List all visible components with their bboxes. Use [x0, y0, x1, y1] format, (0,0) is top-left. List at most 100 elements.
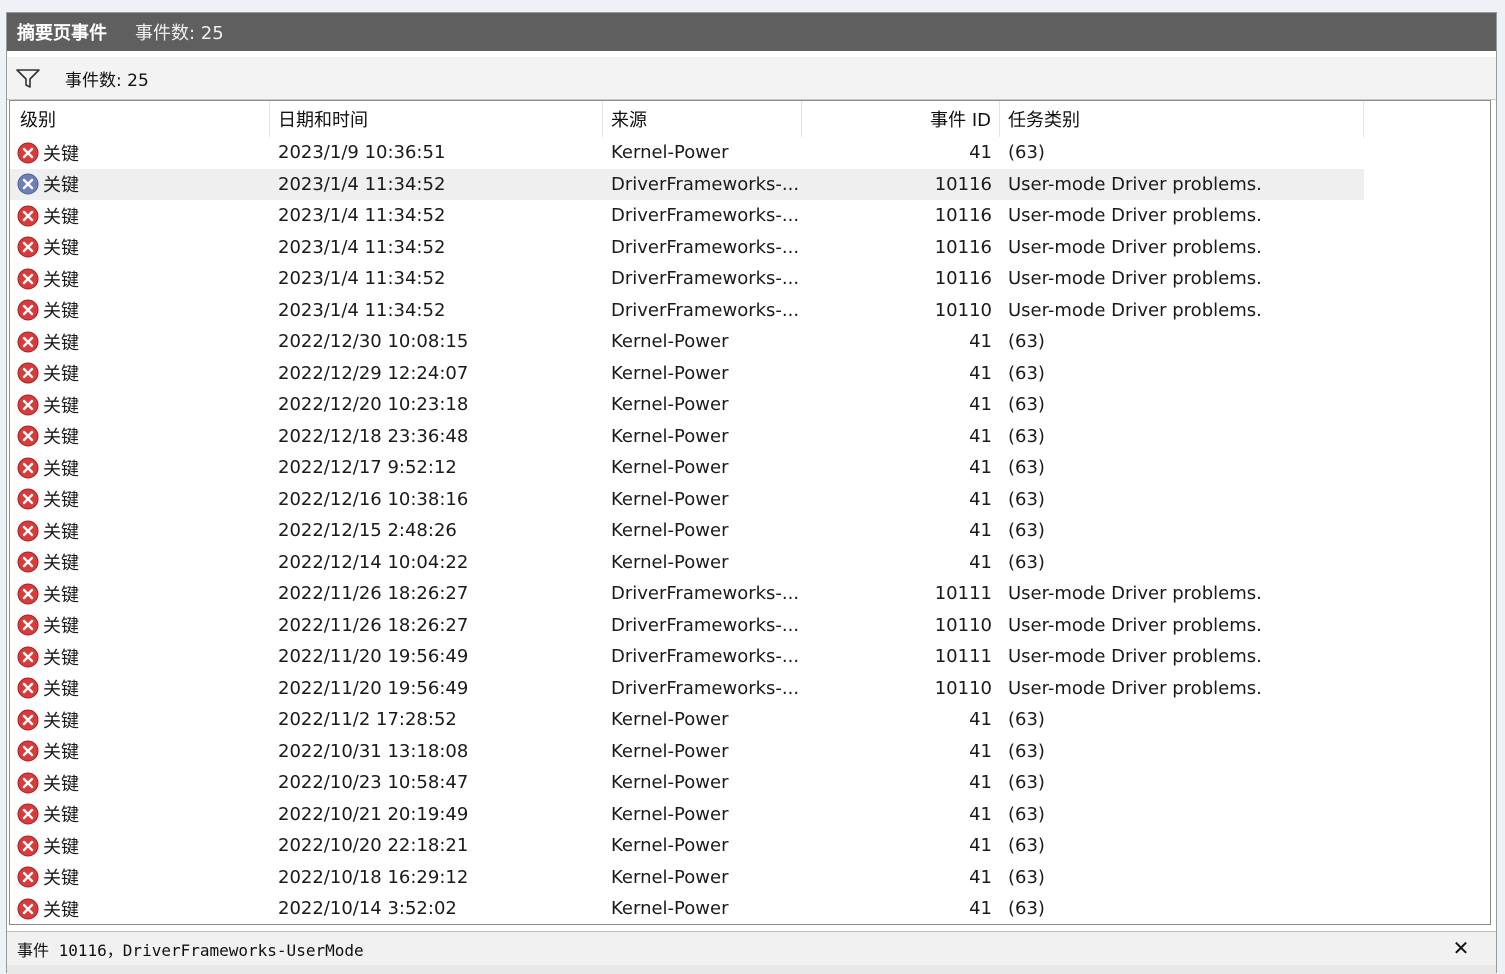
cell-task-category: User-mode Driver problems.	[1008, 205, 1262, 227]
table-row[interactable]: 关键 2023/1/4 11:34:52 DriverFrameworks-... 1…	[10, 168, 1490, 200]
critical-error-icon	[17, 772, 39, 794]
table-row[interactable]: 关键 2022/10/21 20:19:49 Kernel-Power 41 (63)	[10, 799, 1490, 831]
cell-event-id: 41	[969, 142, 992, 164]
cell-task-category: (63)	[1008, 331, 1045, 353]
cell-task-category: User-mode Driver problems.	[1008, 173, 1262, 195]
cell-datetime: 2023/1/4 11:34:52	[278, 236, 446, 258]
critical-error-icon	[17, 709, 39, 731]
table-row[interactable]: 关键 2022/10/20 22:18:21 Kernel-Power 41 (63)	[10, 830, 1490, 862]
column-header-datetime[interactable]: 日期和时间	[270, 101, 603, 137]
cell-level: 关键	[10, 547, 270, 579]
panel-titlebar: 摘要页事件 事件数: 25	[7, 13, 1496, 51]
cell-level-label: 关键	[43, 805, 79, 827]
cell-level: 关键	[10, 200, 270, 232]
cell-task-category: (63)	[1008, 488, 1045, 510]
table-row-cells: 关键 2022/11/20 19:56:49 DriverFrameworks-..…	[10, 641, 1364, 673]
table-row-cells: 关键 2022/10/18 16:29:12 Kernel-Power 41 (63)	[10, 862, 1364, 894]
table-row[interactable]: 关键 2022/12/20 10:23:18 Kernel-Power 41 (63)	[10, 389, 1490, 421]
column-header-task-category[interactable]: 任务类别	[1000, 101, 1364, 137]
table-row-cells: 关键 2022/12/17 9:52:12 Kernel-Power 41 (63)	[10, 452, 1364, 484]
events-table: 级别 日期和时间 来源 事件 ID 任务类别 关键 2023/1/9 10:36:…	[9, 100, 1491, 925]
cell-level-label: 关键	[43, 458, 79, 480]
cell-task-category: (63)	[1008, 520, 1045, 542]
cell-event-id: 41	[969, 866, 992, 888]
table-row[interactable]: 关键 2022/11/20 19:56:49 DriverFrameworks-..…	[10, 673, 1490, 705]
table-row[interactable]: 关键 2022/10/23 10:58:47 Kernel-Power 41 (63)	[10, 767, 1490, 799]
table-row-cells: 关键 2022/12/18 23:36:48 Kernel-Power 41 (63)	[10, 421, 1364, 453]
cell-datetime: 2022/11/26 18:26:27	[278, 583, 469, 605]
table-row[interactable]: 关键 2022/10/31 13:18:08 Kernel-Power 41 (63)	[10, 736, 1490, 768]
cell-event-id: 41	[969, 551, 992, 573]
cell-source: Kernel-Power	[611, 142, 729, 164]
table-row[interactable]: 关键 2023/1/4 11:34:52 DriverFrameworks-... 1…	[10, 295, 1490, 327]
cell-task-category: User-mode Driver problems.	[1008, 646, 1262, 668]
table-row-cells: 关键 2022/11/2 17:28:52 Kernel-Power 41 (63)	[10, 704, 1364, 736]
column-header-source[interactable]: 来源	[603, 101, 802, 137]
cell-level-label: 关键	[43, 427, 79, 449]
cell-event-id: 10110	[934, 614, 992, 636]
table-row-cells: 关键 2023/1/4 11:34:52 DriverFrameworks-... 1…	[10, 200, 1364, 232]
table-row[interactable]: 关键 2022/12/14 10:04:22 Kernel-Power 41 (63)	[10, 547, 1490, 579]
critical-error-icon	[17, 614, 39, 636]
critical-error-icon	[17, 583, 39, 605]
cell-level-label: 关键	[43, 584, 79, 606]
critical-error-icon	[17, 205, 39, 227]
cell-task-category: (63)	[1008, 803, 1045, 825]
cell-datetime: 2022/12/30 10:08:15	[278, 331, 469, 353]
table-row-cells: 关键 2022/10/31 13:18:08 Kernel-Power 41 (63)	[10, 736, 1364, 768]
table-row[interactable]: 关键 2022/11/26 18:26:27 DriverFrameworks-..…	[10, 578, 1490, 610]
critical-error-icon	[17, 457, 39, 479]
critical-error-icon	[17, 740, 39, 762]
cell-level: 关键	[10, 704, 270, 736]
table-row[interactable]: 关键 2022/12/15 2:48:26 Kernel-Power 41 (63)	[10, 515, 1490, 547]
table-row[interactable]: 关键 2022/12/29 12:24:07 Kernel-Power 41 (63)	[10, 358, 1490, 390]
cell-level-label: 关键	[43, 301, 79, 323]
table-row[interactable]: 关键 2022/11/26 18:26:27 DriverFrameworks-..…	[10, 610, 1490, 642]
cell-level-label: 关键	[43, 868, 79, 890]
cell-level-label: 关键	[43, 143, 79, 165]
cell-level-label: 关键	[43, 773, 79, 795]
close-icon[interactable]: ✕	[1450, 937, 1472, 959]
critical-error-icon	[17, 173, 39, 195]
table-row[interactable]: 关键 2022/10/14 3:52:02 Kernel-Power 41 (63)	[10, 893, 1490, 924]
cell-event-id: 10116	[934, 173, 992, 195]
table-row[interactable]: 关键 2022/12/18 23:36:48 Kernel-Power 41 (63)	[10, 421, 1490, 453]
table-header: 级别 日期和时间 来源 事件 ID 任务类别	[10, 101, 1490, 137]
cell-level-label: 关键	[43, 742, 79, 764]
table-row[interactable]: 关键 2023/1/4 11:34:52 DriverFrameworks-... 1…	[10, 263, 1490, 295]
table-row[interactable]: 关键 2022/12/30 10:08:15 Kernel-Power 41 (63)	[10, 326, 1490, 358]
cell-task-category: (63)	[1008, 425, 1045, 447]
cell-task-category: User-mode Driver problems.	[1008, 677, 1262, 699]
cell-level: 关键	[10, 263, 270, 295]
cell-task-category: User-mode Driver problems.	[1008, 268, 1262, 290]
table-row[interactable]: 关键 2022/11/20 19:56:49 DriverFrameworks-..…	[10, 641, 1490, 673]
cell-event-id: 41	[969, 520, 992, 542]
table-row[interactable]: 关键 2022/12/16 10:38:16 Kernel-Power 41 (63)	[10, 484, 1490, 516]
filter-event-count: 事件数: 25	[65, 70, 149, 91]
table-row[interactable]: 关键 2022/12/17 9:52:12 Kernel-Power 41 (63)	[10, 452, 1490, 484]
cell-event-id: 41	[969, 709, 992, 731]
table-row-cells: 关键 2023/1/4 11:34:52 DriverFrameworks-... 1…	[10, 295, 1364, 327]
table-row[interactable]: 关键 2023/1/4 11:34:52 DriverFrameworks-... 1…	[10, 232, 1490, 264]
cell-level-label: 关键	[43, 836, 79, 858]
cell-source: DriverFrameworks-...	[611, 299, 800, 321]
critical-error-icon	[17, 551, 39, 573]
table-row[interactable]: 关键 2022/11/2 17:28:52 Kernel-Power 41 (63)	[10, 704, 1490, 736]
critical-error-icon	[17, 362, 39, 384]
cell-source: Kernel-Power	[611, 457, 729, 479]
cell-event-id: 10110	[934, 299, 992, 321]
column-header-level[interactable]: 级别	[10, 101, 270, 137]
cell-source: DriverFrameworks-...	[611, 677, 800, 699]
table-row[interactable]: 关键 2022/10/18 16:29:12 Kernel-Power 41 (63)	[10, 862, 1490, 894]
cell-event-id: 10110	[934, 677, 992, 699]
critical-error-icon	[17, 236, 39, 258]
cell-event-id: 41	[969, 898, 992, 920]
column-header-event-id[interactable]: 事件 ID	[802, 101, 1000, 137]
filter-icon[interactable]	[15, 67, 41, 89]
cell-source: Kernel-Power	[611, 772, 729, 794]
table-row[interactable]: 关键 2023/1/4 11:34:52 DriverFrameworks-... 1…	[10, 200, 1490, 232]
cell-event-id: 41	[969, 835, 992, 857]
cell-source: Kernel-Power	[611, 331, 729, 353]
cell-datetime: 2022/12/15 2:48:26	[278, 520, 457, 542]
table-row[interactable]: 关键 2023/1/9 10:36:51 Kernel-Power 41 (63)	[10, 137, 1490, 169]
